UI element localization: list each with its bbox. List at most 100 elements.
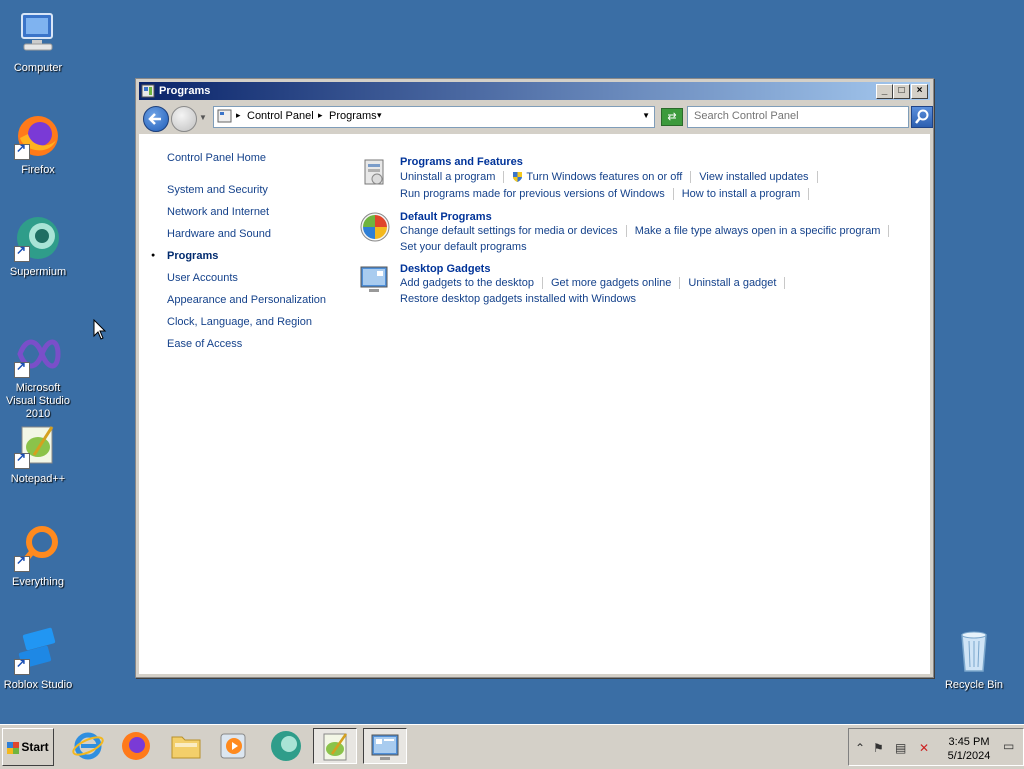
show-hidden-icons-icon[interactable]: ⌃	[855, 741, 865, 755]
taskbar-firefox[interactable]	[114, 728, 158, 764]
shortcut-arrow-icon	[14, 657, 30, 675]
sidebar-item-ease-of-access[interactable]: Ease of Access	[167, 336, 347, 358]
close-button[interactable]: ×	[911, 84, 928, 99]
shortcut-arrow-icon	[14, 554, 30, 572]
programs-and-features-link[interactable]: Programs and Features	[400, 156, 523, 168]
taskbar-media-player[interactable]	[212, 728, 256, 764]
start-button[interactable]: Start	[2, 728, 54, 766]
sidebar-item-control-panel-home[interactable]: Control Panel Home	[167, 150, 347, 172]
taskbar-internet-explorer[interactable]	[66, 728, 110, 764]
taskbar-control-panel[interactable]	[363, 728, 407, 764]
uac-shield-icon	[513, 172, 523, 183]
default-programs-link[interactable]: Default Programs	[400, 211, 492, 223]
action-center-flag-icon[interactable]: ⚑	[873, 741, 884, 755]
control-panel-window: Programs _ □ × ▼ ▸ Control Panel ▸ Progr…	[135, 78, 934, 678]
default-programs-icon	[360, 212, 390, 242]
desktop-icon-roblox-studio[interactable]: Roblox Studio	[0, 627, 76, 692]
show-desktop-icon[interactable]: ▭	[1003, 739, 1014, 753]
window-title: Programs	[159, 85, 211, 97]
desktop-icon-label: Microsoft Visual Studio 2010	[5, 382, 70, 420]
view-installed-updates-link[interactable]: View installed updates	[699, 171, 808, 183]
refresh-button[interactable]: ⇄	[661, 108, 683, 126]
uninstall-program-link[interactable]: Uninstall a program	[400, 171, 495, 183]
network-icon[interactable]: ▤	[895, 741, 906, 755]
desktop-icon-visual-studio[interactable]: Microsoft Visual Studio 2010	[0, 330, 76, 421]
add-gadgets-link[interactable]: Add gadgets to the desktop	[400, 277, 534, 289]
section-row: Restore desktop gadgets installed with W…	[400, 293, 636, 305]
sidebar-item-hardware-and-sound[interactable]: Hardware and Sound	[167, 226, 347, 248]
notepadpp-icon	[323, 733, 348, 761]
roblox-studio-icon	[14, 627, 62, 675]
desktop-icon-everything[interactable]: Everything	[0, 524, 76, 589]
make-file-type-open-link[interactable]: Make a file type always open in a specif…	[635, 225, 881, 237]
notepadpp-icon	[14, 421, 62, 469]
how-to-install-link[interactable]: How to install a program	[682, 188, 801, 200]
firefox-icon	[122, 732, 150, 760]
supermium-icon	[14, 214, 62, 262]
desktop-icon-label: Everything	[12, 576, 64, 588]
desktop-icon-recycle-bin[interactable]: Recycle Bin	[936, 627, 1012, 692]
minimize-button[interactable]: _	[876, 84, 893, 99]
section-row: Change default settings for media or dev…	[400, 225, 897, 238]
set-default-programs-link[interactable]: Set your default programs	[400, 241, 527, 253]
separator	[690, 171, 692, 184]
taskbar-supermium[interactable]	[264, 728, 308, 764]
clock[interactable]: 3:45 PM 5/1/2024	[947, 735, 991, 763]
volume-muted-icon[interactable]: ✕	[919, 741, 929, 755]
clock-date: 5/1/2024	[947, 750, 991, 762]
restore-gadgets-link[interactable]: Restore desktop gadgets installed with W…	[400, 293, 636, 305]
desktop-icon-firefox[interactable]: Firefox	[0, 112, 76, 177]
turn-windows-features-link[interactable]: Turn Windows features on or off	[526, 171, 682, 183]
separator	[503, 171, 505, 184]
sidebar-item-network-and-internet[interactable]: Network and Internet	[167, 204, 347, 226]
sidebar-item-programs[interactable]: Programs	[151, 248, 347, 270]
taskbar-file-explorer[interactable]	[164, 728, 208, 764]
search-button[interactable]	[911, 106, 933, 128]
system-tray: ⌃ ⚑ ▤ ✕ 3:45 PM 5/1/2024 ▭	[848, 728, 1024, 766]
recycle-bin-icon	[950, 627, 998, 675]
run-previous-programs-link[interactable]: Run programs made for previous versions …	[400, 188, 665, 200]
mouse-cursor-icon	[93, 319, 107, 340]
shortcut-arrow-icon	[14, 142, 30, 160]
visual-studio-icon	[14, 330, 62, 378]
desktop-gadgets-link[interactable]: Desktop Gadgets	[400, 263, 490, 275]
desktop-icon-computer[interactable]: Computer	[0, 10, 76, 75]
sidebar-item-system-and-security[interactable]: System and Security	[167, 182, 347, 204]
separator	[808, 188, 810, 201]
search-box[interactable]	[687, 106, 909, 128]
address-dropdown-icon[interactable]: ▼	[642, 111, 650, 120]
control-panel-icon	[371, 734, 399, 760]
desktop-icon-supermium[interactable]: Supermium	[0, 214, 76, 279]
search-icon	[915, 109, 929, 124]
address-bar[interactable]: ▸ Control Panel ▸ Programs ▾ ▼	[213, 106, 655, 128]
desktop-icon-label: Firefox	[21, 164, 55, 176]
separator	[784, 277, 786, 290]
forward-button[interactable]	[171, 106, 197, 132]
back-button[interactable]	[143, 106, 169, 132]
sidebar-item-user-accounts[interactable]: User Accounts	[167, 270, 347, 292]
change-default-settings-link[interactable]: Change default settings for media or dev…	[400, 225, 618, 237]
control-panel-small-icon	[217, 109, 232, 123]
desktop-icon-label: Supermium	[9, 266, 67, 278]
maximize-button[interactable]: □	[893, 84, 910, 99]
taskbar-notepadpp[interactable]	[313, 728, 357, 764]
separator	[541, 277, 543, 290]
desktop-gadgets-icon	[360, 266, 388, 292]
history-dropdown-icon[interactable]: ▼	[199, 113, 207, 122]
breadcrumb-control-panel[interactable]: Control Panel	[247, 110, 314, 122]
sidebar-item-appearance[interactable]: Appearance and Personalization	[167, 292, 347, 314]
desktop-icon-notepadpp[interactable]: Notepad++	[0, 421, 76, 486]
breadcrumb-separator[interactable]: ▸	[236, 110, 241, 121]
programs-and-features-icon	[364, 159, 384, 185]
taskbar: Start ⌃ ⚑ ▤ ✕ 3:45 PM 5/1/2024 ▭	[0, 724, 1024, 769]
breadcrumb-separator[interactable]: ▾	[377, 110, 382, 121]
sidebar-item-clock-language-region[interactable]: Clock, Language, and Region	[167, 314, 347, 336]
uninstall-gadget-link[interactable]: Uninstall a gadget	[688, 277, 776, 289]
breadcrumb-separator[interactable]: ▸	[318, 110, 323, 121]
get-more-gadgets-link[interactable]: Get more gadgets online	[551, 277, 671, 289]
separator	[888, 225, 890, 238]
title-bar[interactable]: Programs _ □ ×	[139, 82, 930, 100]
shortcut-arrow-icon	[14, 451, 30, 469]
search-input[interactable]	[688, 107, 900, 125]
breadcrumb-programs[interactable]: Programs	[329, 110, 377, 122]
